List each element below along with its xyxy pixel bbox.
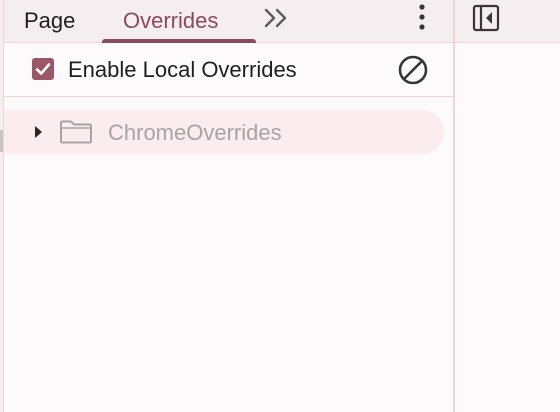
block-icon: [398, 55, 428, 85]
navigator-tabbar: Page Overrides: [4, 0, 453, 43]
tree-item-label: ChromeOverrides: [108, 120, 282, 145]
checkmark-icon: [35, 63, 51, 75]
enable-local-overrides-checkbox[interactable]: [32, 58, 54, 80]
more-vertical-icon: [419, 4, 425, 30]
tab-page[interactable]: Page: [24, 0, 75, 42]
chevron-double-right-icon: [264, 8, 287, 28]
more-tabs-button[interactable]: [260, 4, 292, 32]
editor-toolbar: [455, 0, 560, 43]
tab-overrides[interactable]: Overrides: [123, 0, 218, 42]
toggle-navigator-icon: [472, 4, 500, 32]
tab-overrides-label: Overrides: [123, 8, 219, 33]
editor-pane: [455, 0, 560, 412]
overrides-toolbar: Enable Local Overrides: [4, 43, 453, 97]
clear-configuration-button[interactable]: [397, 54, 429, 86]
navigator-menu-button[interactable]: [410, 2, 434, 32]
toggle-navigator-button[interactable]: [471, 3, 501, 33]
expand-arrow-icon[interactable]: [33, 125, 43, 139]
tree-item-chrome-overrides[interactable]: ChromeOverrides: [4, 110, 444, 154]
tab-page-label: Page: [24, 8, 76, 33]
edge-mark: [0, 130, 3, 152]
enable-local-overrides-label[interactable]: Enable Local Overrides: [68, 57, 297, 83]
sources-navigator: Page Overrides Enable Local Overrides Ch…: [4, 0, 453, 412]
folder-icon: [60, 120, 92, 144]
